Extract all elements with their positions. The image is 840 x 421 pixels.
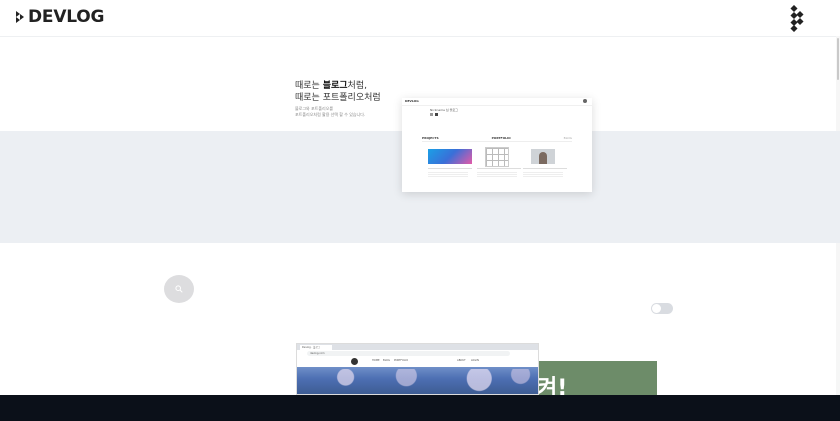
preview-card-image-2	[485, 147, 509, 167]
preview-github-icon	[435, 113, 438, 116]
preview-tab-portfolio: PORTFOLIO	[491, 136, 511, 140]
hero-heading-line-1: 때로는 블로그처럼,	[295, 81, 367, 91]
brand-name: DEVLOG	[28, 7, 105, 27]
diamond-menu-icon[interactable]	[787, 5, 809, 32]
preview-card-caption-2	[477, 168, 521, 169]
browser-tab: Devlog · 블로그	[300, 345, 332, 350]
browser-tab-strip: Devlog · 블로그	[297, 344, 538, 350]
bottom-dark-bar	[0, 395, 840, 421]
preview-profile-icon	[430, 113, 433, 116]
site-nav-item-home: HOME	[372, 359, 380, 362]
site-nav-item-blog: BLOG	[383, 359, 390, 362]
site-nav: HOME BLOG PORTFOLIO ABOUT LOGIN	[297, 357, 538, 367]
preview-card-caption-3	[523, 168, 567, 169]
hero-subtext-2: 포트폴리오처럼 활용 선택 할 수 있습니다.	[295, 112, 366, 117]
preview-brand: DEVLOG	[405, 99, 419, 103]
theme-toggle[interactable]	[651, 303, 673, 314]
preview-tab-projects: PROJECTS	[422, 136, 439, 140]
preview-header: DEVLOG	[402, 98, 592, 106]
site-preview-mockup: DEVLOG Nickname 님 블로그 PROJECTS PORTFOLIO…	[402, 98, 592, 192]
preview-card-image-1	[428, 149, 472, 164]
diamond-logo-icon	[16, 11, 24, 23]
preview-card-caption-1	[428, 168, 472, 169]
preview-divider	[422, 141, 572, 142]
preview-tab-blog: BLOG	[563, 136, 572, 140]
browser-mockup: Devlog · 블로그 devlog.com HOME BLOG PORTFO…	[296, 343, 539, 395]
preview-card-text-1	[428, 172, 468, 178]
preview-tabs: PROJECTS PORTFOLIO BLOG	[422, 136, 572, 140]
hero-heading-line-2: 때로는 포트폴리오처럼	[295, 93, 381, 103]
browser-address-bar: devlog.com	[307, 351, 510, 356]
site-hero-photo	[297, 367, 538, 394]
preview-card-text-3	[523, 172, 563, 178]
brand-logo-link[interactable]: DEVLOG	[15, 7, 105, 27]
search-button[interactable]	[164, 275, 194, 303]
site-nav-item-login: LOGIN	[471, 359, 479, 362]
site-nav-item-portfolio: PORTFOLIO	[394, 359, 409, 362]
preview-profile: Nickname 님 블로그	[430, 108, 458, 112]
preview-card-text-2	[477, 172, 517, 178]
preview-avatar-icon	[583, 99, 587, 103]
search-icon	[175, 285, 183, 293]
toggle-knob	[652, 304, 661, 313]
site-logo-icon	[351, 358, 358, 365]
top-navigation-bar: DEVLOG	[0, 0, 840, 37]
scrollbar-thumb[interactable]	[837, 38, 839, 80]
hero-copy: 때로는 블로그처럼, 때로는 포트폴리오처럼 블로그와 포트폴리오를 포트폴리오…	[295, 80, 415, 118]
site-nav-item-about: ABOUT	[457, 359, 466, 362]
preview-card-image-3	[531, 149, 555, 164]
